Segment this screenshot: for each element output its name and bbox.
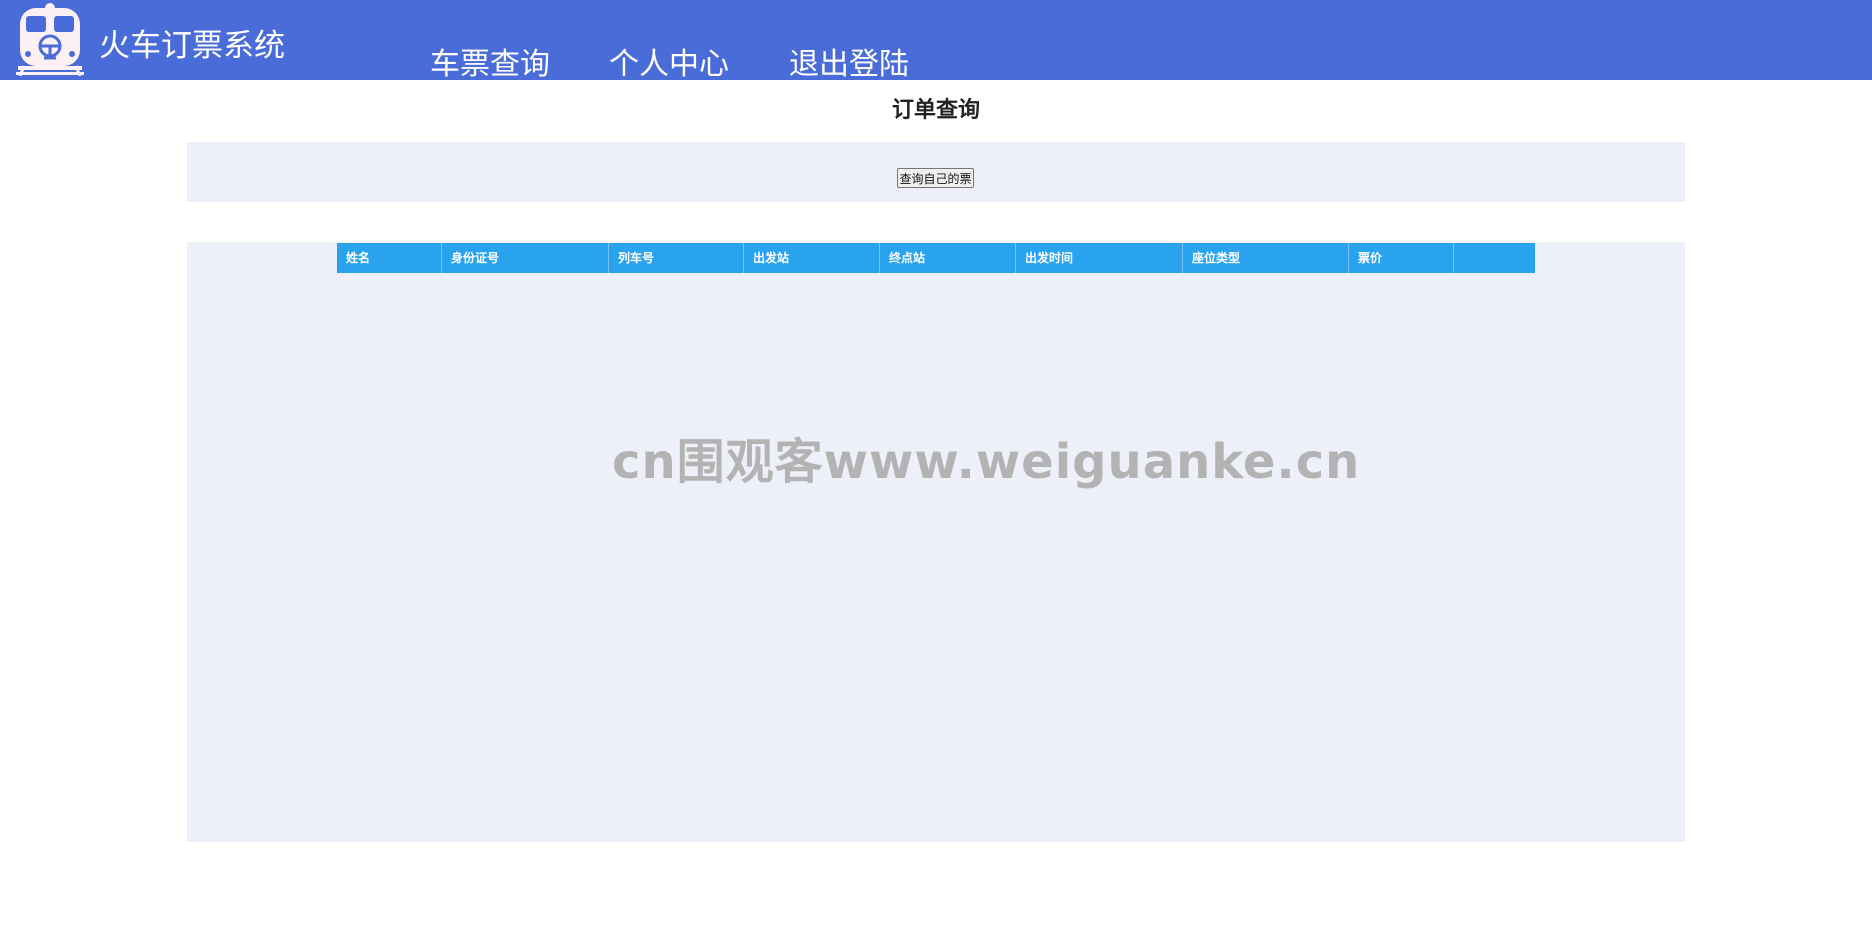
nav-ticket-query[interactable]: 车票查询 (430, 39, 550, 83)
app-title: 火车订票系统 (99, 28, 285, 64)
results-panel: 姓名 身份证号 列车号 出发站 终点站 出发时间 座位类型 票价 (187, 242, 1685, 842)
column-header-train-number: 列车号 (609, 243, 744, 273)
table-header: 姓名 身份证号 列车号 出发站 终点站 出发时间 座位类型 票价 (337, 243, 1535, 273)
nav-logout[interactable]: 退出登陆 (789, 39, 909, 83)
query-panel: 查询自己的票 (187, 142, 1685, 202)
nav-personal-center[interactable]: 个人中心 (609, 39, 729, 83)
column-header-departure-time: 出发时间 (1016, 243, 1183, 273)
watermark-text: cn围观客www.weiguanke.cn (612, 434, 1361, 490)
column-header-terminal-station: 终点站 (880, 243, 1016, 273)
page-title: 订单查询 (891, 98, 980, 123)
column-header-price: 票价 (1349, 243, 1454, 273)
top-header: 火车订票系统 车票查询 个人中心 退出登陆 (0, 0, 1872, 83)
column-header-action (1454, 243, 1535, 273)
train-logo-icon (16, 3, 84, 76)
column-header-name: 姓名 (337, 243, 442, 273)
column-header-departure-station: 出发站 (744, 243, 880, 273)
column-header-id-number: 身份证号 (442, 243, 609, 273)
query-my-tickets-button[interactable]: 查询自己的票 (897, 168, 974, 188)
column-header-seat-type: 座位类型 (1183, 243, 1349, 273)
